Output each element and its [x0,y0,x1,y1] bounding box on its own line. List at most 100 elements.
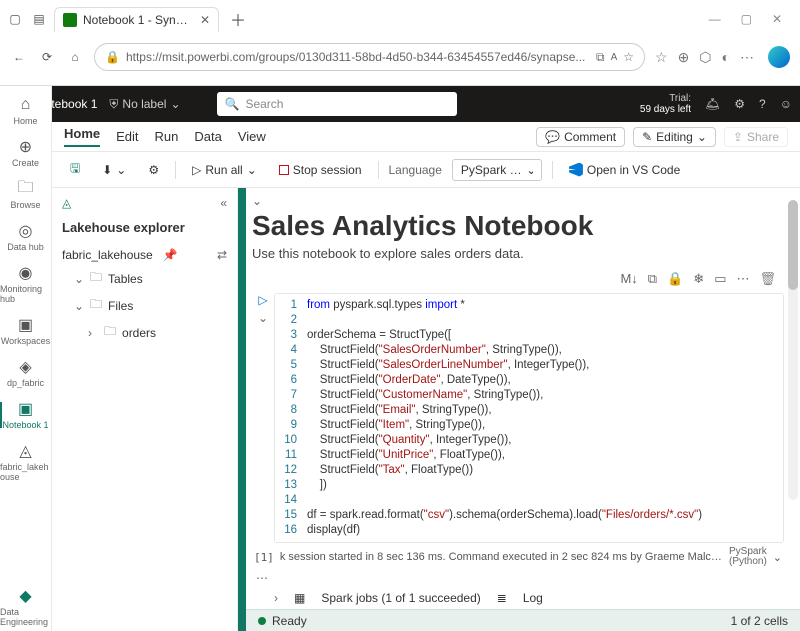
search-icon: 🔍 [225,97,240,111]
settings-gear-icon[interactable]: ⚙ [734,97,745,111]
nav-refresh-icon[interactable]: ⟳ [38,48,56,66]
close-tab-icon[interactable]: ✕ [200,13,210,27]
menu-data[interactable]: Data [194,129,221,144]
stop-session-button[interactable]: Stop session [273,160,368,180]
tree-files[interactable]: ⌄🗀Files [62,292,227,319]
vscode-icon [569,163,583,177]
vertical-scrollbar[interactable] [788,200,798,500]
data-eng-icon: ◆ [17,587,35,605]
extensions-icon[interactable]: ⬡ [699,49,711,66]
cell-chevron-icon[interactable]: ⌄ [258,311,268,325]
comment-button[interactable]: 💬Comment [536,127,625,147]
run-cell-icon[interactable]: ▷ [258,293,267,307]
help-icon[interactable]: ? [759,97,766,111]
cell-more-icon[interactable]: ⋯ [736,271,749,287]
chevron-down-icon: ⌄ [74,272,84,286]
tab-actions-icon[interactable]: ▢ [6,10,24,28]
share-button[interactable]: ⇪Share [724,127,788,147]
run-all-button[interactable]: ▷Run all⌄ [186,160,263,180]
collapse-explorer-icon[interactable]: « [220,196,227,210]
save-button[interactable]: 🖫 [64,156,86,183]
reader-icon[interactable]: A [611,52,618,63]
chevron-down-icon[interactable]: ⌄ [773,551,782,564]
menu-home[interactable]: Home [64,126,100,147]
output-more-icon[interactable]: ⋯ [252,571,784,585]
sensitivity-label[interactable]: ⛨ No label ⌄ [109,97,180,112]
comment-icon: 💬 [545,130,560,144]
more-icon[interactable]: ⋯ [740,49,754,66]
status-cells: 1 of 2 cells [731,614,788,628]
rail-home[interactable]: ⌂Home [0,92,51,130]
nav-home-icon[interactable]: ⌂ [66,48,84,66]
favorites-bar-icon[interactable]: ☆ [655,49,668,66]
lakehouse-root[interactable]: fabric_lakehouse 📌 ⇄ [62,245,227,265]
line-numbers: 12345678910111213141516 [275,294,303,542]
trial-status: Trial: 59 days left [640,93,691,115]
window-close-icon[interactable]: ✕ [772,12,782,26]
status-bar: Ready 1 of 2 cells [246,609,800,631]
pencil-icon: ✎ [642,130,652,144]
language-label: Language [389,163,442,177]
rail-browse[interactable]: 🗀Browse [0,176,51,214]
tree-tables[interactable]: ⌄🗀Tables [62,265,227,292]
language-select[interactable]: PySpark (Pytho...⌄ [452,159,542,181]
cell-freeze-icon[interactable]: ❄ [693,271,704,287]
settings-button[interactable]: ⚙ [142,160,165,180]
profile-icon[interactable]: ◐ [722,49,730,66]
code-cell[interactable]: 12345678910111213141516 from pyspark.sql… [274,293,784,543]
menu-run[interactable]: Run [155,129,179,144]
spark-icon: ▦ [294,591,305,605]
stop-icon [279,165,289,175]
feedback-icon[interactable]: ☺ [780,97,792,111]
search-input[interactable]: 🔍 Search [217,92,457,116]
cell-lock-icon[interactable]: 🔒 [667,271,683,287]
collections-icon[interactable]: ⊕ [678,49,690,66]
rail-create[interactable]: ⊕Create [0,134,51,172]
spark-jobs-link[interactable]: Spark jobs (1 of 1 succeeded) [321,591,480,605]
rail-notebook[interactable]: ▣Notebook 1 [0,396,51,434]
collapse-cell-icon[interactable]: ⌄ [252,194,262,208]
bing-icon[interactable] [768,46,790,68]
pin-icon[interactable]: 📌 [163,248,178,262]
folder-icon: 🗀 [90,295,102,316]
menu-edit[interactable]: Edit [116,129,138,144]
chevron-right-icon: › [88,326,98,340]
menu-view[interactable]: View [238,129,266,144]
favorite-icon[interactable]: ☆ [623,50,634,64]
cell-delete-icon[interactable]: 🗑 [759,271,776,287]
chevron-down-icon: ⌄ [170,97,180,111]
data-hub-icon: ◎ [17,222,35,240]
markdown-toggle-icon[interactable]: M↓ [620,271,637,287]
scroll-thumb[interactable] [788,200,798,290]
cell-copy-icon[interactable]: ⧉ [648,271,657,287]
window-maximize-icon[interactable]: ▢ [741,12,752,26]
browse-icon: 🗀 [17,180,35,198]
window-minimize-icon[interactable]: — [709,12,721,26]
nav-back-icon[interactable]: ← [10,48,28,66]
tree-orders[interactable]: ›🗀orders [62,319,227,346]
sync-icon[interactable]: ⇄ [217,248,227,262]
open-vscode-button[interactable]: Open in VS Code [563,160,686,180]
notifications-icon[interactable]: 🛎 [705,97,720,111]
cell-hide-icon[interactable]: ▭ [714,271,726,287]
expand-output-icon[interactable]: › [274,591,278,605]
tab-title: Notebook 1 - Synapse Data Eng [83,13,194,27]
new-tab-button[interactable]: ＋ [225,6,251,32]
browser-tab[interactable]: Notebook 1 - Synapse Data Eng ✕ [54,7,219,32]
folder-icon: 🗀 [90,268,102,289]
rail-dp-fabric[interactable]: ◈dp_fabric [0,354,51,392]
vertical-tabs-icon[interactable]: ▤ [30,10,48,28]
toolbar: 🖫 ⬇⌄ ⚙ ▷Run all⌄ Stop session Language P… [52,152,800,188]
rail-data-engineering[interactable]: ◆Data Engineering [0,583,51,631]
rail-monitoring[interactable]: ◉Monitoring hub [0,260,51,308]
editing-mode-button[interactable]: ✎Editing⌄ [633,127,716,147]
download-button[interactable]: ⬇⌄ [96,160,132,180]
cell-toolbar: M↓ ⧉ 🔒 ❄ ▭ ⋯ 🗑 [252,269,784,289]
log-link[interactable]: Log [523,591,543,605]
rail-lakehouse[interactable]: ◬fabric_lakeh ouse [0,438,51,486]
address-bar[interactable]: 🔒 https://msit.powerbi.com/groups/0130d3… [94,43,645,71]
rail-workspaces[interactable]: ▣Workspaces [0,312,51,350]
code-body[interactable]: from pyspark.sql.types import * orderSch… [303,294,783,542]
copy-url-icon[interactable]: ⧉ [596,50,605,65]
rail-data-hub[interactable]: ◎Data hub [0,218,51,256]
